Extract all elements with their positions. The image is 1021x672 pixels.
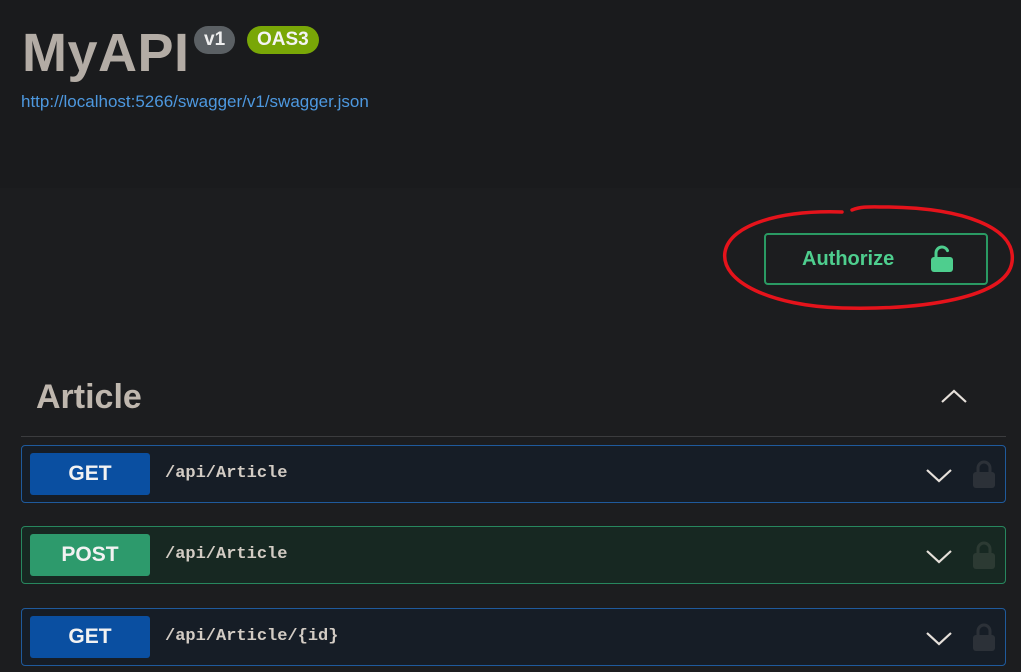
padlock-icon[interactable] — [972, 622, 996, 652]
authorize-label: Authorize — [802, 247, 895, 270]
padlock-icon[interactable] — [972, 459, 996, 489]
chevron-down-icon[interactable] — [924, 628, 954, 648]
operation-path: /api/Article/{id} — [165, 627, 339, 646]
version-badge: v1 — [194, 26, 236, 54]
padlock-icon[interactable] — [972, 540, 996, 570]
operation-path: /api/Article — [165, 545, 288, 564]
chevron-down-icon[interactable] — [924, 546, 954, 566]
section-title: Article — [36, 378, 142, 416]
method-badge-get: GET — [30, 453, 150, 495]
operation-path: /api/Article — [165, 464, 288, 483]
tag-section-article[interactable]: Article — [21, 368, 1006, 437]
method-badge-get: GET — [30, 616, 150, 658]
api-title: MyAPI — [22, 23, 190, 83]
chevron-down-icon[interactable] — [924, 465, 954, 485]
info-header: MyAPI v1 OAS3 http://localhost:5266/swag… — [0, 0, 1021, 188]
oas-badge: OAS3 — [247, 26, 319, 54]
chevron-up-icon[interactable] — [939, 386, 969, 406]
unlocked-padlock-icon — [931, 245, 953, 272]
authorize-button[interactable]: Authorize — [764, 233, 988, 285]
operation-post-api-article[interactable]: POST /api/Article — [21, 526, 1006, 584]
operation-get-api-article-id[interactable]: GET /api/Article/{id} — [21, 608, 1006, 666]
spec-url-link[interactable]: http://localhost:5266/swagger/v1/swagger… — [21, 92, 369, 112]
operation-get-api-article[interactable]: GET /api/Article — [21, 445, 1006, 503]
method-badge-post: POST — [30, 534, 150, 576]
